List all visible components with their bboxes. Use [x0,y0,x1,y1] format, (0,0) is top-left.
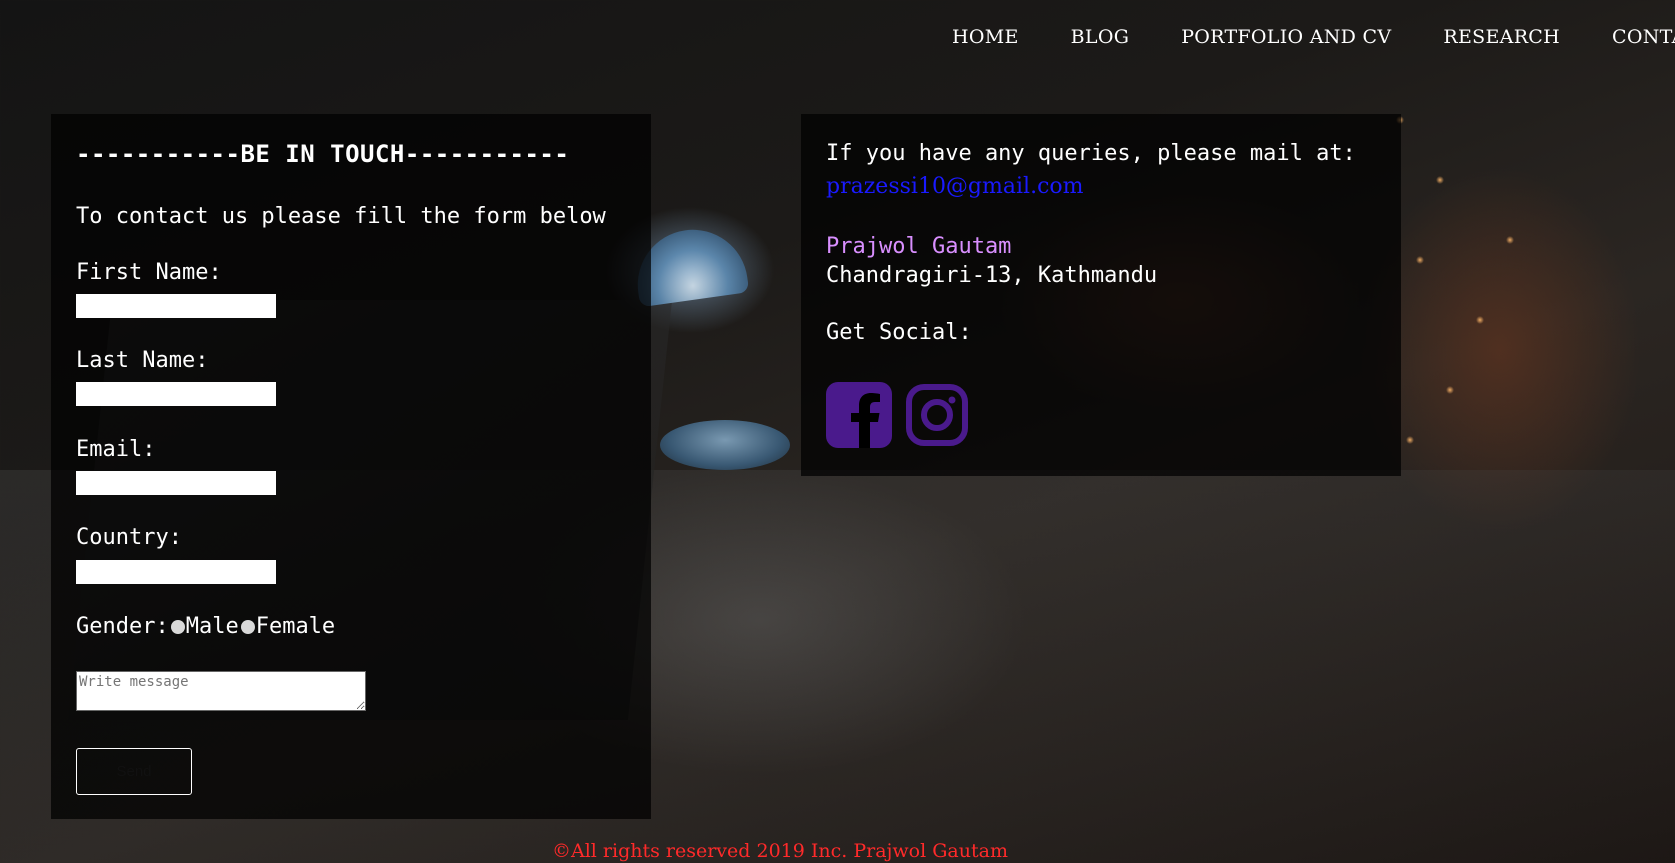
gender-male-radio[interactable] [170,619,185,634]
first-name-label: First Name: [76,260,222,285]
country-input[interactable] [76,560,276,584]
contact-address: Chandragiri-13, Kathmandu [826,263,1158,288]
nav-portfolio-and-cv[interactable]: PORTFOLIO AND CV [1181,26,1391,48]
facebook-icon[interactable] [826,382,892,448]
social-label: Get Social: [826,320,972,345]
nav-blog[interactable]: BLOG [1071,26,1130,48]
instagram-icon[interactable] [904,382,970,448]
nav-contact[interactable]: CONTAC [1612,26,1675,48]
gender-label: Gender: [76,614,169,639]
nav-research[interactable]: RESEARCH [1443,26,1560,48]
string-lights-background [1380,60,1540,480]
gender-female-radio[interactable] [240,619,255,634]
country-label: Country: [76,525,182,550]
last-name-input[interactable] [76,382,276,406]
form-heading: -----------BE IN TOUCH----------- [76,140,570,168]
footer-copyright: ©All rights reserved 2019 Inc. Prajwol G… [552,840,1008,862]
gender-female-label: Female [255,614,336,639]
query-text: If you have any queries, please mail at: [826,141,1356,166]
contact-info-panel: If you have any queries, please mail at:… [801,114,1401,476]
contact-form-panel: -----------BE IN TOUCH----------- To con… [51,114,651,819]
last-name-label: Last Name: [76,348,209,373]
first-name-input[interactable] [76,294,276,318]
form-intro: To contact us please fill the form below [76,204,606,229]
top-navigation: HOME BLOG PORTFOLIO AND CV RESEARCH CONTAC [952,26,1675,48]
gender-male-label: Male [185,614,239,639]
email-link[interactable]: prazessi10@gmail.com [826,174,1084,199]
contact-name: Prajwol Gautam [826,234,1012,259]
send-button[interactable]: Send [76,748,192,795]
lamp-base-background [660,420,790,470]
gender-row: Gender: Male Female [76,614,335,639]
email-input[interactable] [76,471,276,495]
message-textarea[interactable] [76,671,366,711]
email-label: Email: [76,437,156,462]
nav-home[interactable]: HOME [952,26,1019,48]
